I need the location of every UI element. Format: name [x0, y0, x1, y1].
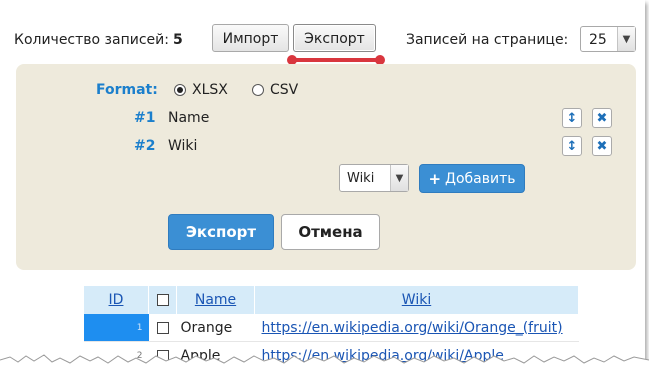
chevron-down-icon: ▼	[390, 165, 408, 191]
format-option-label: XLSX	[192, 82, 228, 98]
export-toggle-button[interactable]: Экспорт	[293, 24, 376, 52]
import-button[interactable]: Импорт	[212, 24, 289, 52]
sort-name-link[interactable]: Name	[195, 292, 236, 308]
per-page-value: 25	[589, 32, 607, 48]
remove-icon[interactable]: ✖	[592, 108, 612, 128]
highlight-underline	[287, 55, 385, 65]
field-name: Wiki	[168, 138, 198, 154]
window-frame: Количество записей: 5 Импорт Экспорт Запи…	[0, 0, 645, 370]
chevron-down-icon: ▼	[617, 27, 635, 51]
per-page-select[interactable]: 25 ▼	[580, 26, 636, 52]
radio-checked-icon	[174, 84, 186, 96]
row-id: 1	[84, 314, 149, 342]
field-number: #2	[134, 138, 156, 154]
column-header-name[interactable]: Name	[176, 286, 255, 314]
sort-id-link[interactable]: ID	[109, 292, 124, 308]
row-checkbox-cell	[148, 314, 177, 342]
radio-unchecked-icon	[252, 84, 264, 96]
export-panel: Format: XLSX CSV #1 Name ↕ ✖ #2 Wiki ↕ ✖…	[16, 64, 636, 270]
record-count-value: 5	[172, 32, 183, 48]
per-page-label: Записей на странице:	[406, 32, 569, 48]
reorder-icon[interactable]: ↕	[562, 136, 582, 156]
export-field-row: #2 Wiki ↕ ✖	[16, 136, 636, 158]
row-name: Orange	[176, 314, 255, 342]
format-radio-xlsx[interactable]: XLSX	[174, 82, 228, 98]
row-checkbox[interactable]	[156, 321, 169, 334]
field-select[interactable]: Wiki ▼	[339, 164, 409, 192]
field-number: #1	[134, 110, 156, 126]
remove-icon[interactable]: ✖	[592, 136, 612, 156]
cancel-button[interactable]: Отмена	[281, 214, 380, 250]
table-row[interactable]: 1 Orange https://en.wikipedia.org/wiki/O…	[84, 314, 579, 342]
torn-edge	[0, 354, 649, 383]
format-option-label: CSV	[270, 82, 299, 98]
reorder-icon[interactable]: ↕	[562, 108, 582, 128]
plus-icon: +	[428, 169, 442, 188]
field-name: Name	[168, 110, 210, 126]
sort-wiki-link[interactable]: Wiki	[402, 292, 431, 308]
export-button[interactable]: Экспорт	[168, 214, 274, 250]
table-header-row: ID Name Wiki	[84, 286, 579, 314]
record-count-label: Количество записей:	[14, 32, 169, 48]
wiki-link[interactable]: https://en.wikipedia.org/wiki/Orange_(fr…	[262, 320, 563, 336]
add-field-button[interactable]: + Добавить	[419, 164, 525, 193]
export-field-row: #1 Name ↕ ✖	[16, 108, 636, 130]
column-header-id[interactable]: ID	[84, 286, 149, 314]
column-header-select[interactable]	[148, 286, 177, 314]
column-header-wiki[interactable]: Wiki	[254, 286, 579, 314]
record-count: Количество записей: 5	[14, 32, 183, 48]
toolbar: Количество записей: 5 Импорт Экспорт Запи…	[14, 24, 636, 54]
format-radio-csv[interactable]: CSV	[252, 82, 298, 98]
format-label: Format:	[96, 82, 158, 98]
select-all-checkbox[interactable]	[156, 294, 169, 306]
field-select-value: Wiki	[347, 171, 375, 186]
add-field-label: Добавить	[445, 170, 516, 187]
row-wiki-cell: https://en.wikipedia.org/wiki/Orange_(fr…	[254, 314, 579, 342]
